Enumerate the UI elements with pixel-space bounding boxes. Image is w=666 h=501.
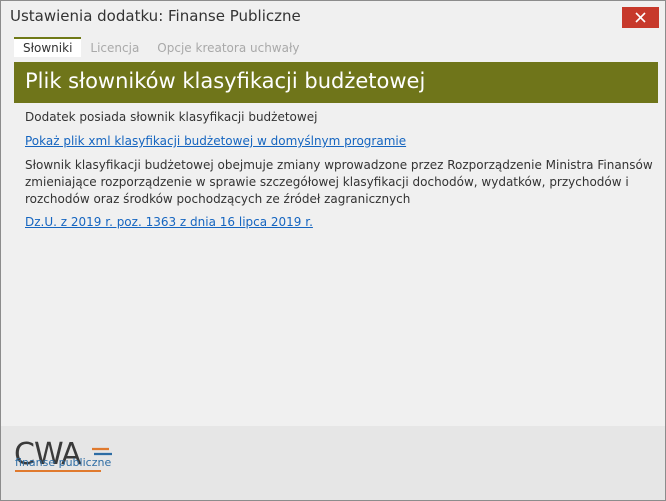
tab-opcje-kreatora[interactable]: Opcje kreatora uchwały (148, 37, 308, 59)
close-icon (635, 12, 646, 23)
tab-content-panel: Plik słowników klasyfikacji budżetowej D… (8, 59, 658, 425)
tab-slowniki[interactable]: Słowniki (14, 37, 82, 57)
description-line-3: rozchodów oraz środków pochodzących ze ź… (25, 192, 411, 206)
legal-act-link[interactable]: Dz.U. z 2019 r. poz. 1363 z dnia 16 lipc… (25, 214, 313, 231)
logo-subtitle: finanse publiczne (15, 456, 112, 469)
footer: CWA finanse publiczne (1, 426, 665, 500)
description-line-1: Słownik klasyfikacji budżetowej obejmuje… (25, 158, 653, 172)
window-title: Ustawienia dodatku: Finanse Publiczne (10, 7, 301, 25)
close-button[interactable] (622, 7, 659, 28)
logo-underline (15, 470, 101, 472)
section-banner: Plik słowników klasyfikacji budżetowej (14, 62, 658, 103)
title-bar: Ustawienia dodatku: Finanse Publiczne (1, 1, 665, 34)
status-text: Dodatek posiada słownik klasyfikacji bud… (25, 110, 318, 124)
section-title: Plik słowników klasyfikacji budżetowej (25, 69, 426, 93)
tab-licencja[interactable]: Licencja (81, 37, 148, 59)
show-xml-file-link[interactable]: Pokaż plik xml klasyfikacji budżetowej w… (25, 133, 406, 150)
tab-bar: Słowniki Licencja Opcje kreatora uchwały (14, 37, 308, 59)
settings-window: Ustawienia dodatku: Finanse Publiczne Sł… (0, 0, 666, 501)
description-line-2: zmieniające rozporządzenie w sprawie szc… (25, 175, 629, 189)
